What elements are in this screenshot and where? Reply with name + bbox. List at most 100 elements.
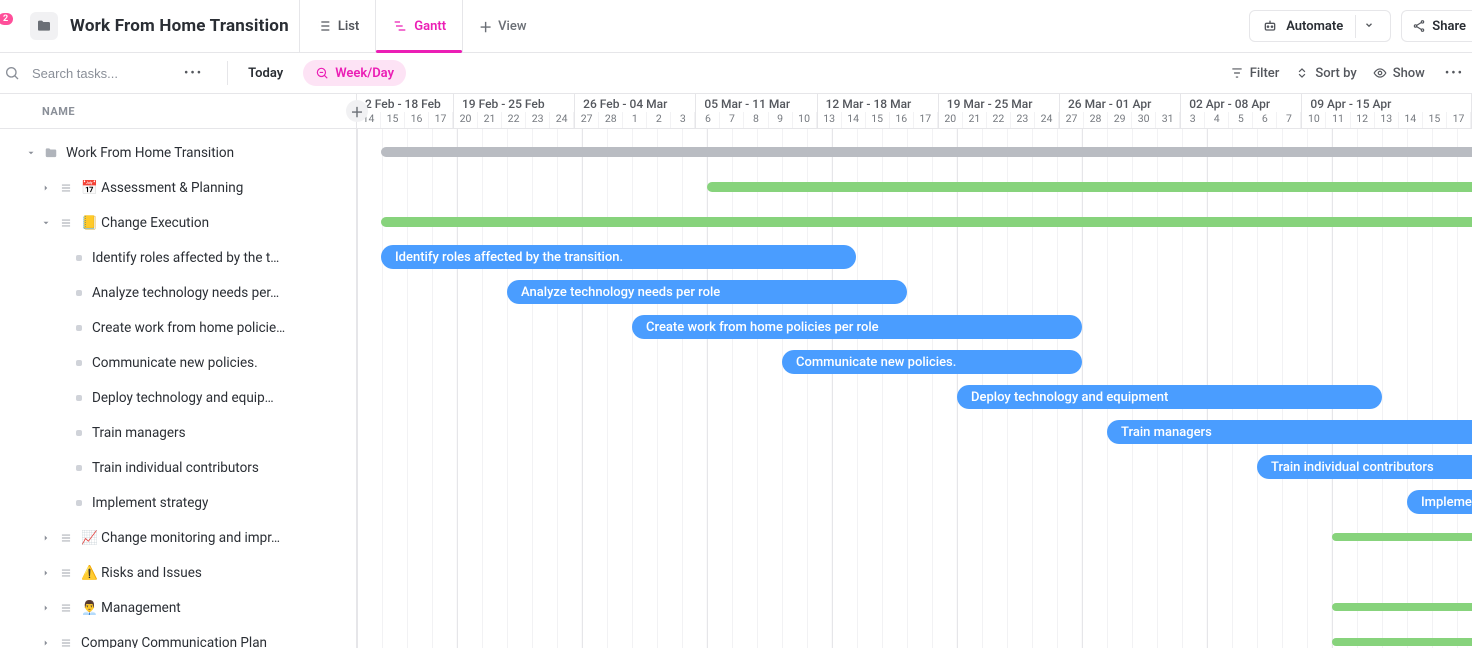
page-title[interactable]: Work From Home Transition xyxy=(70,16,289,36)
timeline-header: 2 Feb - 18 Feb1415161719 Feb - 25 Feb202… xyxy=(357,94,1472,129)
task-bar[interactable]: Create work from home policies per role xyxy=(632,315,1082,339)
show-label: Show xyxy=(1393,66,1425,81)
toolbar-left: ••• Today Week/Day xyxy=(4,60,406,86)
list-icon xyxy=(57,636,75,648)
tree-group[interactable]: 📒 Change Execution xyxy=(0,205,356,240)
tree-group[interactable]: ⚠️ Risks and Issues xyxy=(0,555,356,590)
task-bar[interactable]: Implement strategy xyxy=(1407,490,1472,514)
eye-icon xyxy=(1373,66,1387,80)
day-header: 13 xyxy=(1375,112,1399,128)
task-bar[interactable]: Identify roles affected by the transitio… xyxy=(381,245,856,269)
share-icon xyxy=(1412,19,1426,33)
gantt-row: Implement strategy xyxy=(357,485,1472,520)
expand-toggle[interactable] xyxy=(0,603,57,613)
tree-item-label: 📈 Change monitoring and impr… xyxy=(81,530,280,546)
week-label: 12 Mar - 18 Mar xyxy=(818,94,938,112)
day-header: 27 xyxy=(1060,112,1084,128)
summary-bar[interactable] xyxy=(381,147,1472,157)
expand-toggle[interactable] xyxy=(0,218,57,228)
week-label: 09 Apr - 15 Apr xyxy=(1302,94,1471,112)
tree-group[interactable]: 📅 Assessment & Planning xyxy=(0,170,356,205)
day-header: 28 xyxy=(1084,112,1108,128)
folder-button[interactable] xyxy=(30,12,58,40)
task-item[interactable]: Create work from home policie… xyxy=(0,310,356,345)
task-item[interactable]: Identify roles affected by the t… xyxy=(0,240,356,275)
zoom-label: Week/Day xyxy=(335,66,394,81)
task-bullet xyxy=(76,395,82,401)
show-button[interactable]: Show xyxy=(1373,66,1425,81)
task-bar-label: Identify roles affected by the transitio… xyxy=(395,250,623,265)
week-header: 12 Mar - 18 Mar1314151617 xyxy=(818,94,939,128)
day-header: 9 xyxy=(769,112,793,128)
summary-bar[interactable] xyxy=(381,217,1472,227)
list-icon xyxy=(316,18,332,34)
expand-toggle[interactable] xyxy=(0,183,57,193)
topbar: 2 Work From Home Transition List Gantt ＋… xyxy=(0,0,1472,53)
share-button[interactable]: Share xyxy=(1401,10,1472,42)
summary-bar[interactable] xyxy=(1332,638,1472,646)
task-item[interactable]: Train individual contributors xyxy=(0,450,356,485)
tree-item-label: Identify roles affected by the t… xyxy=(92,250,279,266)
day-header: 31 xyxy=(1156,112,1180,128)
task-bar-label: Implement strategy xyxy=(1421,495,1472,510)
tree-group[interactable]: 👨‍💼 Management xyxy=(0,590,356,625)
task-item[interactable]: Communicate new policies. xyxy=(0,345,356,380)
task-item[interactable]: Train managers xyxy=(0,415,356,450)
gantt-row: Create work from home policies per role xyxy=(357,310,1472,345)
expand-toggle[interactable] xyxy=(0,148,42,158)
task-bar[interactable]: Train managers xyxy=(1107,420,1472,444)
day-header: 14 xyxy=(1399,112,1423,128)
day-header: 11 xyxy=(1326,112,1350,128)
task-item[interactable]: Implement strategy xyxy=(0,485,356,520)
task-bullet xyxy=(76,500,82,506)
task-bar[interactable]: Communicate new policies. xyxy=(782,350,1082,374)
summary-bar[interactable] xyxy=(1332,603,1472,611)
tree-group[interactable]: Company Communication Plan xyxy=(0,625,356,648)
tree-item-label: Implement strategy xyxy=(92,495,208,511)
tree-group[interactable]: Work From Home Transition xyxy=(0,135,356,170)
add-row-button[interactable]: ＋ xyxy=(346,100,368,122)
task-bar[interactable]: Deploy technology and equipment xyxy=(957,385,1382,409)
task-item[interactable]: Deploy technology and equip… xyxy=(0,380,356,415)
folder-icon xyxy=(36,18,52,34)
task-bar-label: Train managers xyxy=(1121,425,1212,440)
day-header: 6 xyxy=(696,112,720,128)
gantt-pane[interactable]: 2 Feb - 18 Feb1415161719 Feb - 25 Feb202… xyxy=(357,94,1472,648)
expand-toggle[interactable] xyxy=(0,568,57,578)
gantt-row xyxy=(357,555,1472,590)
notification-badge[interactable]: 2 xyxy=(4,19,18,33)
day-header: 14 xyxy=(842,112,866,128)
tree-group[interactable]: 📈 Change monitoring and impr… xyxy=(0,520,356,555)
task-item[interactable]: Analyze technology needs per… xyxy=(0,275,356,310)
tab-add-view[interactable]: ＋ View xyxy=(462,0,542,52)
zoom-chip[interactable]: Week/Day xyxy=(303,60,406,86)
filter-button[interactable]: Filter xyxy=(1230,66,1280,81)
task-bullet xyxy=(76,360,82,366)
week-header: 2 Feb - 18 Feb14151617 xyxy=(357,94,454,128)
tab-gantt[interactable]: Gantt xyxy=(375,0,462,52)
today-button[interactable]: Today xyxy=(248,66,283,81)
task-bar[interactable]: Analyze technology needs per role xyxy=(507,280,907,304)
tree-item-label: Train managers xyxy=(92,425,186,441)
automate-button[interactable]: Automate xyxy=(1249,10,1391,42)
toolbar-more-icon[interactable]: ••• xyxy=(1441,66,1468,81)
filter-label: Filter xyxy=(1250,66,1280,81)
summary-bar[interactable] xyxy=(1332,533,1472,541)
expand-toggle[interactable] xyxy=(0,638,57,648)
sort-button[interactable]: Sort by xyxy=(1295,66,1356,81)
day-header: 17 xyxy=(1447,112,1471,128)
tab-list[interactable]: List xyxy=(299,0,375,52)
more-icon[interactable]: ••• xyxy=(180,66,207,81)
tree-item-label: Create work from home policie… xyxy=(92,320,285,336)
summary-bar[interactable] xyxy=(707,182,1472,192)
topbar-right: Automate Share xyxy=(1249,10,1472,42)
expand-toggle[interactable] xyxy=(0,533,57,543)
day-header: 15 xyxy=(866,112,890,128)
automate-caret[interactable] xyxy=(1355,15,1382,38)
day-header: 2 xyxy=(647,112,671,128)
day-header: 10 xyxy=(1302,112,1326,128)
search-input[interactable] xyxy=(30,65,170,82)
search-icon xyxy=(4,65,20,81)
gantt-body[interactable]: Identify roles affected by the transitio… xyxy=(357,129,1472,648)
task-bar[interactable]: Train individual contributors xyxy=(1257,455,1472,479)
